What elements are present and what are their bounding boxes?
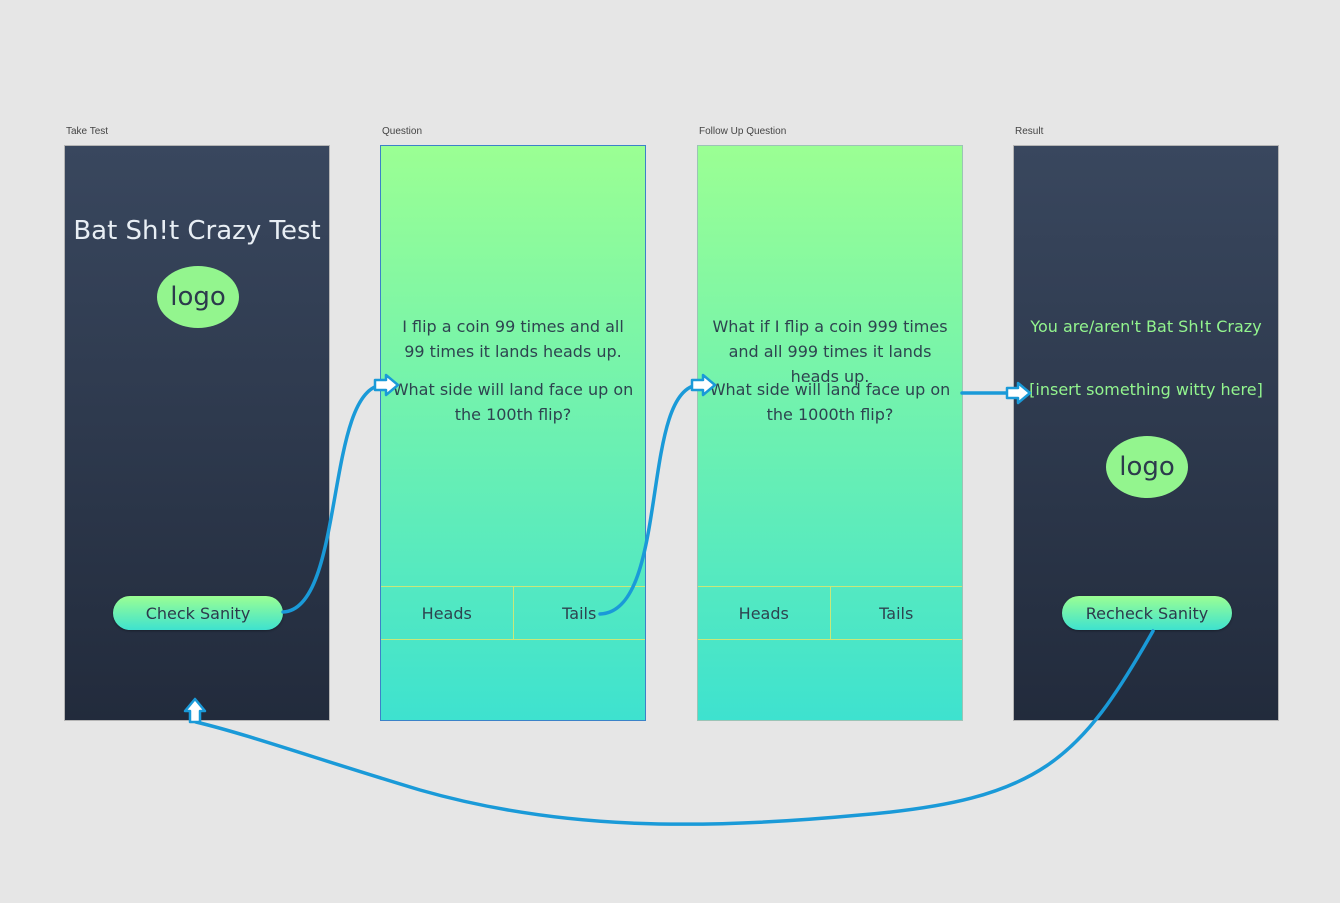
artboard-question[interactable]: I flip a coin 99 times and all 99 times … <box>380 145 646 721</box>
artboard-label-result: Result <box>1015 126 1044 137</box>
answer-bar: Heads Tails <box>698 586 962 640</box>
result-witty-text: [insert something witty here] <box>1029 380 1263 399</box>
artboard-label-take-test: Take Test <box>66 126 109 137</box>
question-prompt: What side will land face up on the 100th… <box>392 380 634 424</box>
follow-up-prompt: What side will land face up on the 1000t… <box>709 380 951 424</box>
artboard-label-question: Question <box>382 126 423 137</box>
artboard-result[interactable]: You are/aren't Bat Sh!t Crazy [insert so… <box>1013 145 1279 721</box>
check-sanity-button[interactable]: Check Sanity <box>113 596 283 630</box>
artboard-follow-up-question[interactable]: What if I flip a coin 999 times and all … <box>697 145 963 721</box>
logo-placeholder: logo <box>1106 436 1188 498</box>
answer-bar: Heads Tails <box>381 586 645 640</box>
heads-button[interactable]: Heads <box>698 587 830 639</box>
tails-button[interactable]: Tails <box>512 587 646 639</box>
artboard-take-test[interactable]: Bat Sh!t Crazy Test logo Check Sanity <box>64 145 330 721</box>
recheck-sanity-button[interactable]: Recheck Sanity <box>1062 596 1232 630</box>
heads-button[interactable]: Heads <box>381 587 513 639</box>
result-verdict: You are/aren't Bat Sh!t Crazy <box>1030 317 1262 336</box>
logo-placeholder: logo <box>157 266 239 328</box>
question-text: I flip a coin 99 times and all 99 times … <box>402 317 624 361</box>
tails-button[interactable]: Tails <box>829 587 963 639</box>
app-title: Bat Sh!t Crazy Test <box>73 216 321 246</box>
artboard-label-follow-up: Follow Up Question <box>699 126 787 137</box>
flow-recheck-to-start <box>194 629 1155 826</box>
